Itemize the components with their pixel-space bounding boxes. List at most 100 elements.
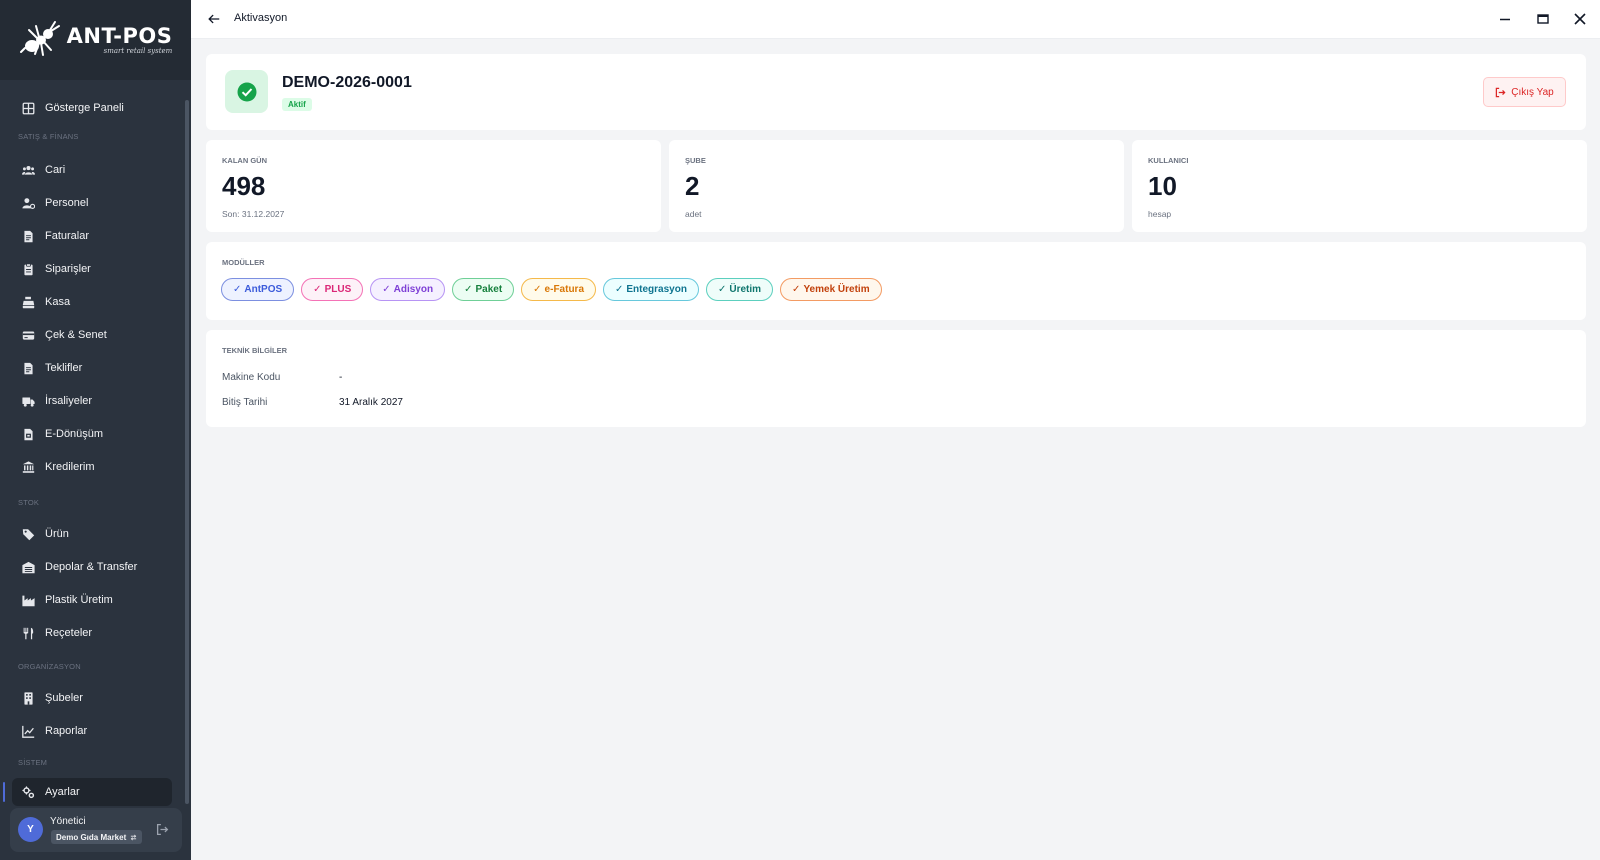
sidebar-item-label: Reçeteler (45, 627, 93, 639)
sidebar-item-subeler[interactable]: Şubeler (12, 684, 172, 712)
tech-value: 31 Aralık 2027 (339, 397, 403, 408)
tech-key: Bitiş Tarihi (222, 397, 268, 408)
module-chip: ✓ e-Fatura (521, 278, 596, 301)
sidebar-item-kasa[interactable]: Kasa (12, 288, 172, 316)
module-chip: ✓ Adisyon (370, 278, 446, 301)
stat-subtext: adet (685, 209, 702, 219)
sidebar-item-label: İrsaliyeler (45, 395, 93, 407)
module-chip: ✓ Entegrasyon (603, 278, 699, 301)
sidebar-item-ayarlar[interactable]: Ayarlar (12, 778, 172, 806)
minimize-icon[interactable] (1497, 11, 1513, 27)
sidebar-item-raporlar[interactable]: Raporlar (12, 717, 172, 745)
module-chip-label: PLUS (324, 284, 352, 295)
users-icon (22, 165, 35, 175)
stat-label: ŞUBE (685, 156, 706, 165)
sidebar-item-label: Plastik Üretim (45, 594, 113, 606)
factory-icon (22, 595, 35, 606)
close-icon[interactable] (1572, 11, 1588, 27)
check-icon: ✓ (464, 284, 473, 295)
tech-row-end-date: Bitiş Tarihi 31 Aralık 2027 (222, 397, 403, 408)
card-icon (22, 330, 35, 340)
logout-icon (1496, 87, 1506, 97)
page-title: Aktivasyon (234, 12, 288, 24)
tech-row-machine-code: Makine Kodu - (222, 372, 342, 383)
stat-value: 10 (1148, 171, 1177, 201)
stat-label: KULLANICI (1148, 156, 1189, 165)
stat-card-branches: ŞUBE 2 adet (669, 140, 1124, 232)
sidebar-item-kredilerim[interactable]: Kredilerim (12, 453, 172, 481)
license-code: DEMO-2026-0001 (282, 74, 412, 91)
license-card: DEMO-2026-0001 Aktif Çıkış Yap (206, 54, 1586, 130)
sidebar: ANT-POS smart retail system Gösterge Pan… (0, 0, 191, 860)
file-digital-icon (24, 428, 33, 440)
section-label-satis-finans: SATIŞ & FİNANS (18, 132, 79, 141)
section-label-sistem: SİSTEM (18, 758, 48, 767)
module-chip: ✓ Paket (452, 278, 515, 301)
warehouse-icon (22, 561, 35, 573)
stat-value: 2 (685, 171, 700, 201)
sidebar-item-label: Teklifler (45, 362, 83, 374)
sidebar-item-teklifler[interactable]: Teklifler (12, 354, 172, 382)
sidebar-item-label: Faturalar (45, 230, 90, 242)
maximize-icon[interactable] (1535, 11, 1551, 27)
logout-button-label: Çıkış Yap (1511, 86, 1554, 98)
sidebar-item-personel[interactable]: Personel (12, 189, 172, 217)
sidebar-item-faturalar[interactable]: Faturalar (12, 222, 172, 250)
chart-line-icon (22, 725, 35, 738)
check-icon: ✓ (717, 284, 727, 295)
sidebar-item-label: E-Dönüşüm (45, 428, 104, 440)
user-profile[interactable]: Y Yönetici Demo Gıda Market (10, 808, 182, 852)
sidebar-item-siparisler[interactable]: Siparişler (12, 255, 172, 283)
sidebar-item-e-donusum[interactable]: E-Dönüşüm (12, 420, 172, 448)
module-chip: ✓ PLUS (301, 278, 364, 301)
brand-logo-group[interactable]: ANT-POS smart retail system (19, 18, 173, 62)
module-chip-label: Adisyon (393, 284, 434, 295)
gears-icon (22, 785, 35, 798)
back-arrow-icon[interactable] (207, 12, 221, 26)
logout-icon[interactable] (156, 823, 169, 836)
sidebar-item-urun[interactable]: Ürün (12, 520, 172, 548)
sidebar-scrollbar[interactable] (185, 100, 189, 804)
avatar: Y (18, 817, 43, 842)
check-icon: ✓ (792, 284, 801, 295)
sidebar-item-cek-senet[interactable]: Çek & Senet (12, 321, 172, 349)
sidebar-item-cari[interactable]: Cari (12, 156, 172, 184)
check-icon: ✓ (382, 284, 391, 295)
sidebar-item-irsaliyeler[interactable]: İrsaliyeler (12, 387, 172, 415)
brand-name: ANT-POS (66, 24, 173, 48)
sidebar-item-plastik-uretim[interactable]: Plastik Üretim (12, 586, 172, 614)
module-chip-list: ✓ AntPOS ✓ PLUS ✓ Adisyon ✓ Paket ✓ e-Fatura ✓ Ente… (221, 278, 882, 301)
check-circle-icon (237, 82, 256, 101)
sidebar-item-label: Siparişler (45, 263, 91, 275)
cash-register-icon (22, 296, 35, 308)
sidebar-item-label: Depolar & Transfer (45, 561, 138, 573)
tech-value: - (339, 372, 343, 383)
module-chip-label: AntPOS (244, 284, 283, 295)
brand-text: ANT-POS smart retail system (67, 25, 173, 55)
swap-icon (131, 834, 137, 840)
module-chip-label: Yemek Üretim (803, 284, 870, 295)
sidebar-item-label: Ürün (45, 528, 69, 540)
sidebar-item-depolar[interactable]: Depolar & Transfer (12, 553, 172, 581)
stat-card-users: KULLANICI 10 hesap (1132, 140, 1587, 232)
status-badge: Aktif (282, 98, 312, 111)
sidebar-item-dashboard[interactable]: Gösterge Paneli (12, 94, 172, 122)
stat-subtext: hesap (1148, 209, 1172, 219)
tech-key: Makine Kodu (222, 372, 281, 383)
store-switcher[interactable]: Demo Gıda Market (51, 830, 143, 844)
logout-button[interactable]: Çıkış Yap (1483, 77, 1566, 107)
module-chip-label: e-Fatura (544, 284, 584, 295)
module-chip-label: Entegrasyon (626, 284, 687, 295)
stat-label: KALAN GÜN (222, 156, 267, 165)
user-cog-icon (22, 197, 35, 209)
sidebar-item-label: Gösterge Paneli (45, 102, 124, 114)
brand-header: ANT-POS smart retail system (0, 0, 191, 80)
ant-logo-icon (19, 21, 60, 56)
technical-info-card: TEKNİK BİLGİLER Makine Kodu - Bitiş Tari… (206, 330, 1586, 427)
sidebar-item-receteler[interactable]: Reçeteler (12, 619, 172, 647)
sidebar-item-label: Çek & Senet (45, 329, 107, 341)
tag-icon (22, 528, 35, 540)
sidebar-item-label: Personel (45, 197, 89, 209)
top-bar: Aktivasyon (191, 0, 1600, 39)
sidebar-item-label: Ayarlar (45, 786, 80, 798)
